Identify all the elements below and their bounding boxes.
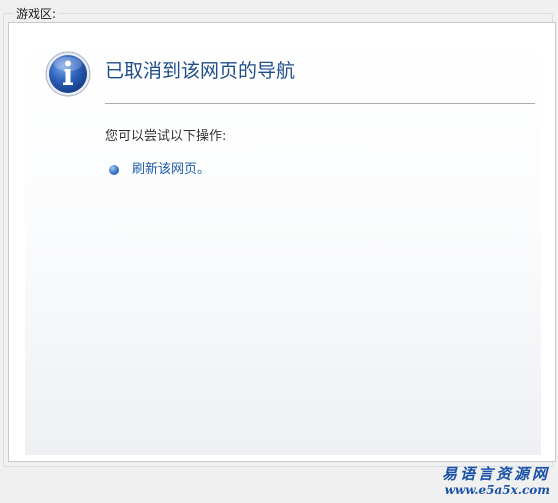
- list-item: 刷新该网页。: [109, 160, 210, 180]
- suggestion-text: 您可以尝试以下操作:: [105, 129, 227, 144]
- refresh-page-link[interactable]: 刷新该网页。: [132, 161, 210, 179]
- action-list: 刷新该网页。: [109, 160, 210, 180]
- info-icon: [45, 51, 91, 97]
- watermark-text: 易语言资源网: [441, 465, 550, 483]
- title-divider: [105, 103, 535, 104]
- bullet-icon: [109, 165, 119, 175]
- embedded-browser[interactable]: 已取消到该网页的导航 您可以尝试以下操作: 刷新该网页。: [8, 22, 556, 462]
- navigation-canceled-page: 已取消到该网页的导航 您可以尝试以下操作: 刷新该网页。: [25, 31, 541, 455]
- watermark: 易语言资源网 www.e5a5x.com: [441, 465, 550, 498]
- game-area-label: 游戏区:: [14, 6, 59, 22]
- watermark-url: www.e5a5x.com: [444, 483, 550, 497]
- page-title: 已取消到该网页的导航: [105, 60, 296, 82]
